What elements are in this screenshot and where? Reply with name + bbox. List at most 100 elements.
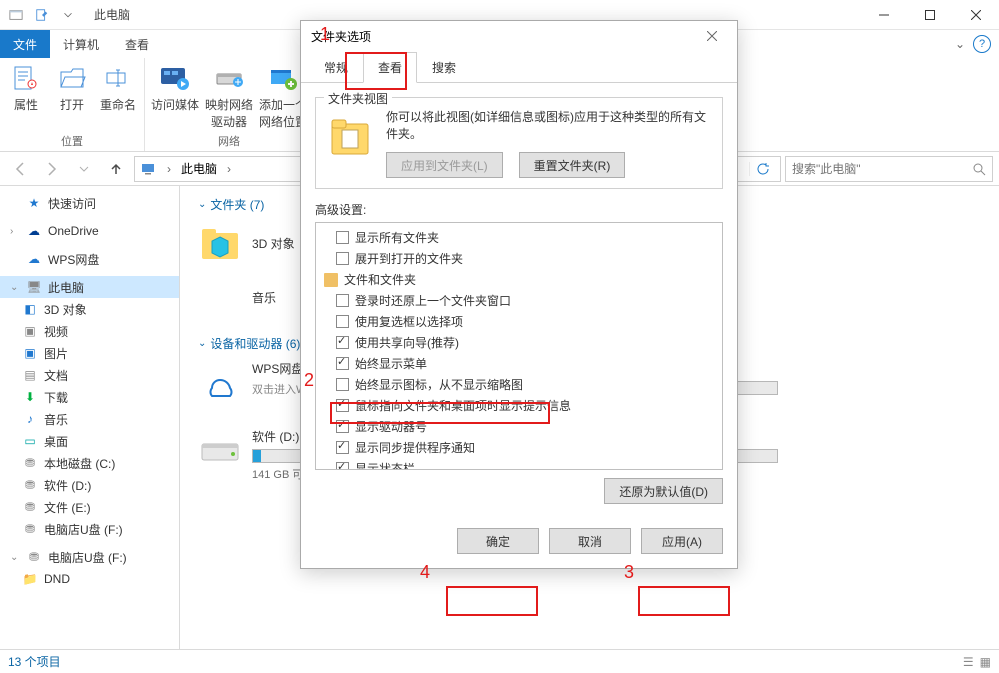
checkbox[interactable] [336,231,349,244]
view-icons-icon[interactable]: ▦ [980,655,991,669]
sidebar-item[interactable]: ◧3D 对象 [0,298,179,320]
sidebar-item[interactable]: 📁DND [0,568,179,590]
sidebar-wps[interactable]: ☁WPS网盘 [0,248,179,270]
setting-label: 使用复选框以选择项 [355,313,463,330]
advanced-setting-row[interactable]: 文件和文件夹 [316,269,722,290]
advanced-setting-row[interactable]: 鼠标指向文件夹和桌面项时显示提示信息 [316,395,722,416]
ribbon-access-media[interactable]: 访问媒体 [151,62,199,113]
ribbon-group-label: 位置 [6,131,138,149]
tab-search[interactable]: 搜索 [417,52,471,83]
advanced-setting-row[interactable]: 展开到打开的文件夹 [316,248,722,269]
ribbon-map-drive[interactable]: 映射网络 驱动器 [205,62,253,130]
nav-recent-button[interactable] [70,155,98,183]
advanced-settings-list[interactable]: 显示所有文件夹展开到打开的文件夹文件和文件夹登录时还原上一个文件夹窗口使用复选框… [315,222,723,470]
tab-computer[interactable]: 计算机 [50,30,112,58]
breadcrumb-location[interactable]: 此电脑 [181,160,217,177]
tab-general[interactable]: 常规 [309,52,363,83]
desktop-icon: ▭ [22,433,38,449]
ribbon-open[interactable]: 打开 [52,62,92,113]
advanced-setting-row[interactable]: 始终显示菜单 [316,353,722,374]
nav-back-button[interactable] [6,155,34,183]
checkbox[interactable] [336,378,349,391]
restore-defaults-button[interactable]: 还原为默认值(D) [604,478,723,504]
reset-folders-button[interactable]: 重置文件夹(R) [519,152,626,178]
pictures-icon: ▣ [22,345,38,361]
ribbon-rename[interactable]: 重命名 [98,62,138,113]
minimize-button[interactable] [861,0,907,30]
sidebar-item[interactable]: ⛃本地磁盘 (C:) [0,452,179,474]
cube-icon: ◧ [22,301,38,317]
checkbox[interactable] [336,252,349,265]
checkbox[interactable] [336,420,349,433]
advanced-setting-row[interactable]: 显示同步提供程序通知 [316,437,722,458]
status-bar: 13 个项目 ☰ ▦ [0,649,999,673]
tab-view[interactable]: 查看 [363,52,417,83]
refresh-icon[interactable] [749,162,776,176]
breadcrumb-caret-icon[interactable]: › [223,162,235,176]
drive-icon: ⛃ [22,499,38,515]
status-item-count: 13 个项目 [8,653,61,670]
qat-dropdown-icon[interactable] [56,4,80,26]
checkbox[interactable] [336,357,349,370]
ribbon-group-label: 网络 [151,131,307,149]
apply-button[interactable]: 应用(A) [641,528,723,554]
advanced-setting-row[interactable]: 使用共享向导(推荐) [316,332,722,353]
sidebar-usb-root[interactable]: ⌄⛃电脑店U盘 (F:) [0,546,179,568]
checkbox[interactable] [336,294,349,307]
rename-icon [102,62,134,94]
checkbox[interactable] [336,462,349,470]
drive-icon: ⛃ [22,455,38,471]
window-title: 此电脑 [84,6,140,23]
checkbox[interactable] [336,315,349,328]
checkbox[interactable] [336,441,349,454]
folder-view-text: 你可以将此视图(如详细信息或图标)应用于这种类型的所有文件夹。 [386,108,712,142]
advanced-setting-row[interactable]: 显示驱动器号 [316,416,722,437]
dialog-close-button[interactable] [697,21,727,51]
setting-label: 文件和文件夹 [344,271,416,288]
sidebar-item[interactable]: ♪音乐 [0,408,179,430]
help-icon[interactable]: ? [973,35,991,53]
sidebar-item[interactable]: ▣视频 [0,320,179,342]
ok-button[interactable]: 确定 [457,528,539,554]
window-controls [861,0,999,30]
search-box[interactable] [785,156,993,182]
advanced-setting-row[interactable]: 始终显示图标，从不显示缩略图 [316,374,722,395]
search-input[interactable] [792,162,966,176]
sidebar-onedrive[interactable]: ›☁OneDrive [0,220,179,242]
star-icon: ★ [26,195,42,211]
tab-view[interactable]: 查看 [112,30,162,58]
sidebar-this-pc[interactable]: ⌄🖥此电脑 [0,276,179,298]
sidebar-item[interactable]: ▭桌面 [0,430,179,452]
apply-to-folders-button[interactable]: 应用到文件夹(L) [386,152,503,178]
dialog-tabs: 常规 查看 搜索 [301,51,737,83]
sidebar-quick-access[interactable]: ★快速访问 [0,192,179,214]
sidebar-item[interactable]: ⛃软件 (D:) [0,474,179,496]
sidebar-item[interactable]: ▤文档 [0,364,179,386]
advanced-setting-row[interactable]: 登录时还原上一个文件夹窗口 [316,290,722,311]
folder-icon [324,273,338,287]
advanced-setting-row[interactable]: 使用复选框以选择项 [316,311,722,332]
tab-file[interactable]: 文件 [0,30,50,58]
cancel-button[interactable]: 取消 [549,528,631,554]
maximize-button[interactable] [907,0,953,30]
checkbox[interactable] [336,399,349,412]
view-details-icon[interactable]: ☰ [963,655,974,669]
sidebar-item[interactable]: ▣图片 [0,342,179,364]
checkbox[interactable] [336,336,349,349]
close-button[interactable] [953,0,999,30]
ribbon-properties[interactable]: 属性 [6,62,46,113]
properties-icon [10,62,42,94]
nav-up-button[interactable] [102,155,130,183]
advanced-setting-row[interactable]: 显示所有文件夹 [316,227,722,248]
ribbon-minimize-icon[interactable]: ⌄ [955,37,965,51]
documents-icon: ▤ [22,367,38,383]
qat-properties-icon[interactable] [30,4,54,26]
nav-forward-button[interactable] [38,155,66,183]
sidebar-item[interactable]: ⛃文件 (E:) [0,496,179,518]
setting-label: 显示驱动器号 [355,418,427,435]
advanced-setting-row[interactable]: 显示状态栏 [316,458,722,470]
breadcrumb-caret-icon[interactable]: › [163,162,175,176]
sidebar-item[interactable]: ⛃电脑店U盘 (F:) [0,518,179,540]
sidebar-item[interactable]: ⬇下载 [0,386,179,408]
search-icon[interactable] [972,162,986,176]
